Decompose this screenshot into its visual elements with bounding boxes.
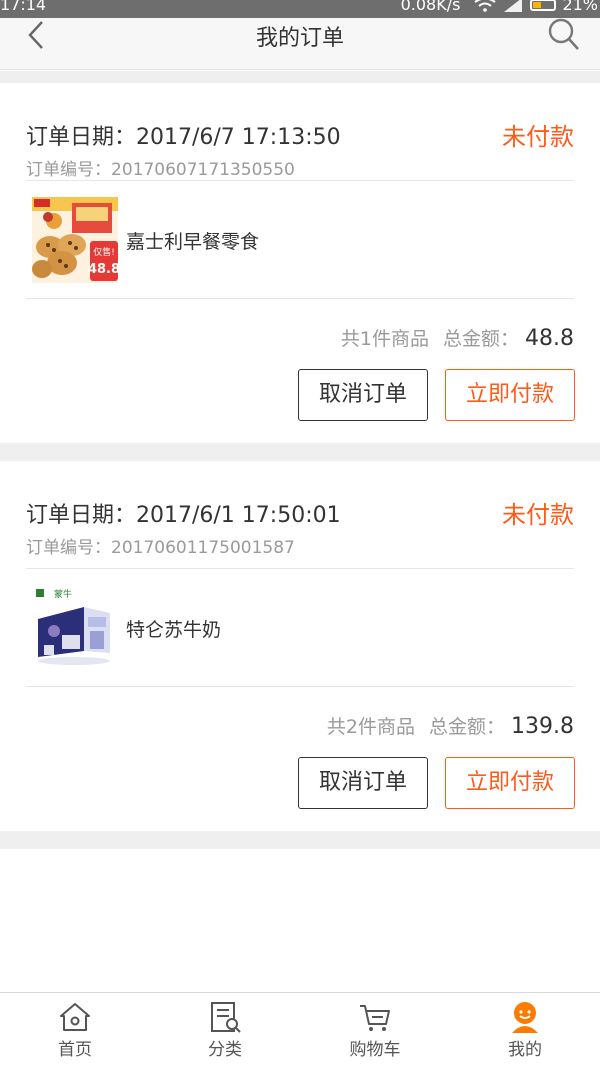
tab-label: 分类 xyxy=(208,1040,242,1060)
section-gap xyxy=(0,443,600,461)
divider xyxy=(26,180,574,181)
order-status: 未付款 xyxy=(502,501,574,529)
status-time: 17:14 xyxy=(0,0,47,14)
pay-now-button[interactable]: 立即付款 xyxy=(445,369,575,421)
milk-product-image: 蒙牛 xyxy=(32,585,118,671)
tab-label: 我的 xyxy=(508,1040,542,1060)
divider xyxy=(26,298,574,299)
tab-label: 首页 xyxy=(58,1040,92,1060)
tab-label: 购物车 xyxy=(349,1040,401,1060)
bottom-tab-bar: 首页 分类 购物车 我的 xyxy=(0,992,600,1067)
pay-now-button[interactable]: 立即付款 xyxy=(445,757,575,809)
battery-icon xyxy=(530,0,557,11)
wifi-icon xyxy=(474,0,497,12)
order-status: 未付款 xyxy=(502,123,574,151)
total-label: 总金额： xyxy=(429,716,506,738)
section-gap xyxy=(0,831,600,849)
profile-icon xyxy=(512,1002,538,1033)
product-name[interactable]: 嘉士利早餐零食 xyxy=(126,227,259,254)
divider xyxy=(26,568,574,569)
home-icon xyxy=(60,1003,90,1031)
cancel-order-button[interactable]: 取消订单 xyxy=(298,757,428,809)
tab-cart[interactable]: 购物车 xyxy=(300,993,450,1067)
item-count: 共2件商品 xyxy=(326,716,415,738)
order-summary: 共2件商品 总金额： 139.8 xyxy=(327,712,574,739)
total-label: 总金额： xyxy=(443,328,520,350)
total-amount: 139.8 xyxy=(511,714,574,739)
product-thumbnail[interactable]: 仅售! 48.8 xyxy=(32,197,120,283)
category-icon xyxy=(211,1002,241,1033)
battery-level: 21% xyxy=(562,0,598,14)
thumb-price-text: 48.8 xyxy=(88,262,118,277)
biscuit-product-image: 仅售! 48.8 xyxy=(32,197,120,283)
order-serial: 订单编号：20170601175001587 xyxy=(26,538,295,558)
order-serial: 订单编号：20170607171350550 xyxy=(26,160,295,180)
order-date: 订单日期：2017/6/1 17:50:01 xyxy=(26,503,341,528)
tab-home[interactable]: 首页 xyxy=(0,993,150,1067)
item-count: 共1件商品 xyxy=(340,328,429,350)
thumb-brand-text: 蒙牛 xyxy=(54,588,72,600)
search-icon[interactable] xyxy=(546,18,582,54)
divider xyxy=(26,686,574,687)
network-speed: 0.08K/s xyxy=(400,0,461,14)
order-card: 订单日期：2017/6/1 17:50:01 未付款 订单编号：20170601… xyxy=(0,461,600,831)
order-date: 订单日期：2017/6/7 17:13:50 xyxy=(26,125,341,150)
nav-bar: 我的订单 xyxy=(0,18,600,70)
signal-icon xyxy=(504,0,523,12)
product-thumbnail[interactable]: 蒙牛 xyxy=(32,585,118,671)
tab-profile[interactable]: 我的 xyxy=(450,993,600,1067)
page-title: 我的订单 xyxy=(255,26,344,51)
thumb-badge-text: 仅售! xyxy=(93,246,115,258)
product-name[interactable]: 特仑苏牛奶 xyxy=(126,615,221,642)
status-bar: 17:14 0.08K/s 21% xyxy=(0,0,600,18)
order-card: 订单日期：2017/6/7 17:13:50 未付款 订单编号：20170607… xyxy=(0,83,600,443)
total-amount: 48.8 xyxy=(525,326,574,351)
section-gap xyxy=(0,71,600,83)
cart-icon xyxy=(360,1005,390,1031)
tab-category[interactable]: 分类 xyxy=(150,993,300,1067)
cancel-order-button[interactable]: 取消订单 xyxy=(298,369,428,421)
order-summary: 共1件商品 总金额： 48.8 xyxy=(341,324,574,351)
